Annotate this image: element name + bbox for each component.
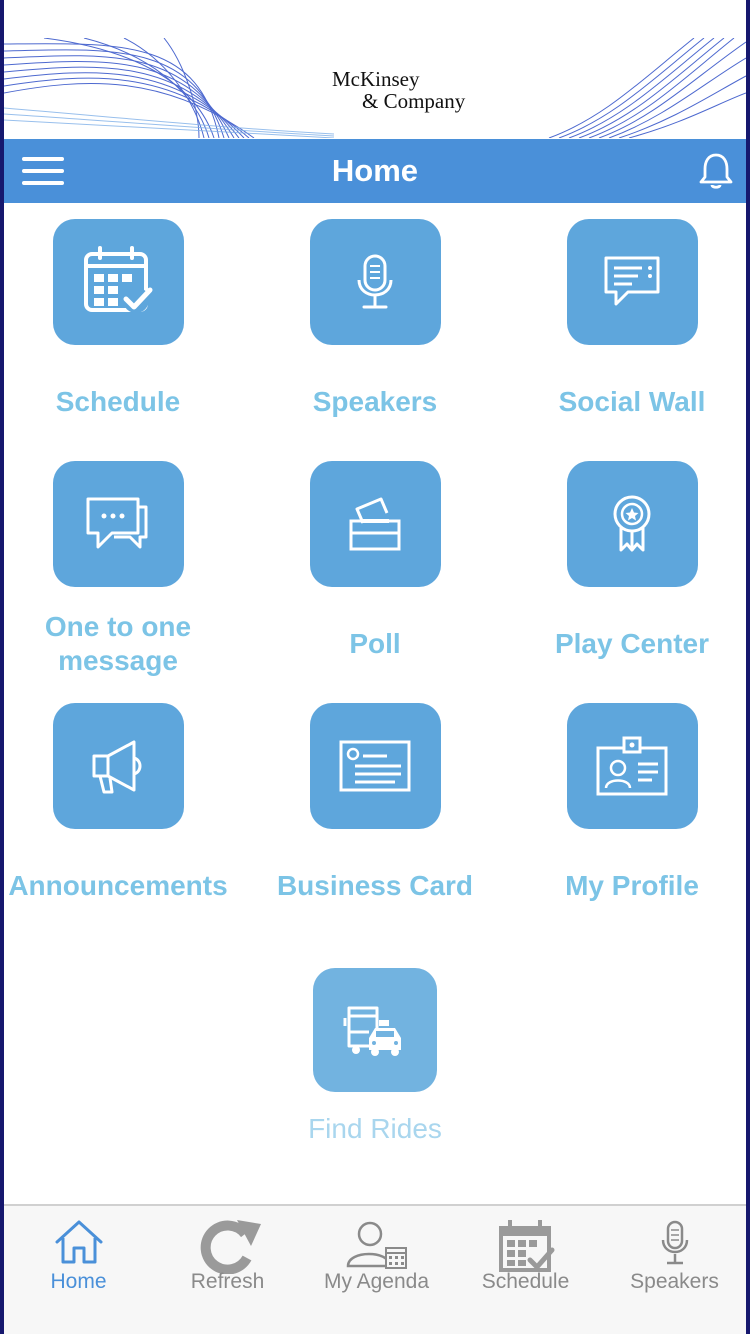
play-center-tile-icon-box	[566, 461, 698, 587]
tab-refresh[interactable]: Refresh	[153, 1206, 302, 1334]
refresh-icon	[200, 1220, 261, 1274]
tab-home-label: Home	[50, 1270, 107, 1293]
one-to-one-message-tile-label-line1: One to one	[44, 611, 192, 642]
one-to-one-message-tile-icon-box	[52, 461, 184, 587]
play-center-tile-label: Play Center	[554, 628, 710, 659]
business-card-tile[interactable]: Business Card	[255, 703, 495, 903]
brand-banner: McKinsey & Company	[4, 38, 746, 138]
megaphone-icon	[92, 740, 142, 794]
speakers-tile-label: Speakers	[312, 386, 438, 417]
calendar-check-icon	[84, 246, 153, 313]
tab-speakers-label: Speakers	[630, 1270, 719, 1293]
company-logo: McKinsey & Company	[332, 68, 465, 112]
speakers-tile[interactable]: Speakers	[255, 219, 495, 419]
play-center-tile[interactable]: Play Center	[512, 461, 750, 661]
find-rides-tile-icon-box	[313, 968, 437, 1092]
speakers-tile-icon-box	[309, 219, 441, 345]
my-profile-tile-label: My Profile	[565, 870, 699, 901]
schedule-tile-label: Schedule	[55, 386, 181, 417]
schedule-tile-icon-box	[52, 219, 184, 345]
poll-tile[interactable]: Poll	[255, 461, 495, 661]
top-nav-bar: Home	[4, 139, 746, 203]
business-card-tile-label: Business Card	[276, 870, 474, 901]
id-badge-icon	[596, 736, 668, 796]
social-wall-tile-label: Social Wall	[558, 386, 706, 417]
chat-bubbles-icon	[86, 497, 148, 549]
tab-my-agenda-label: My Agenda	[323, 1270, 430, 1293]
announcements-tile[interactable]: Announcements	[0, 703, 238, 903]
tab-speakers[interactable]: Speakers	[600, 1206, 749, 1334]
find-rides-tile-label: Find Rides	[308, 1113, 442, 1144]
bell-icon[interactable]	[696, 151, 736, 191]
home-icon	[55, 1220, 102, 1264]
social-wall-tile-icon-box	[566, 219, 698, 345]
announcements-tile-label: Announcements	[8, 870, 228, 901]
my-profile-tile-icon-box	[566, 703, 698, 829]
chat-bubble-icon	[604, 256, 660, 306]
tab-home[interactable]: Home	[4, 1206, 153, 1334]
my-profile-tile[interactable]: My Profile	[512, 703, 750, 903]
bottom-tab-bar: Home Refresh My Agenda Schedule Speakers	[4, 1204, 746, 1334]
ballot-box-icon	[349, 497, 401, 551]
business-card-tile-icon-box	[309, 703, 441, 829]
bus-taxi-icon	[343, 1006, 401, 1056]
tab-schedule[interactable]: Schedule	[451, 1206, 600, 1334]
announcements-tile-icon-box	[52, 703, 184, 829]
microphone-icon	[357, 254, 393, 309]
logo-line-1: McKinsey	[332, 67, 420, 91]
person-calendar-icon	[346, 1221, 407, 1269]
find-rides-tile[interactable]: Find Rides	[255, 968, 495, 1146]
tab-refresh-label: Refresh	[190, 1270, 265, 1293]
screen-edge-right	[746, 0, 750, 1334]
award-ribbon-icon	[613, 495, 651, 552]
schedule-tile[interactable]: Schedule	[0, 219, 238, 419]
business-card-icon	[339, 740, 411, 792]
one-to-one-message-tile-label-line2: message	[58, 645, 178, 676]
calendar-check-icon	[498, 1220, 554, 1272]
tab-schedule-label: Schedule	[481, 1270, 570, 1293]
one-to-one-message-tile[interactable]: One to one message	[0, 461, 238, 678]
poll-tile-label: Poll	[349, 628, 401, 659]
microphone-icon	[661, 1220, 688, 1265]
app-screen: McKinsey & Company Home Schedule Speaker…	[0, 0, 750, 1334]
social-wall-tile[interactable]: Social Wall	[512, 219, 750, 419]
logo-line-2: & Company	[362, 89, 466, 113]
poll-tile-icon-box	[309, 461, 441, 587]
screen-edge-left	[0, 0, 4, 1334]
page-title: Home	[331, 153, 419, 188]
tab-my-agenda[interactable]: My Agenda	[302, 1206, 451, 1334]
